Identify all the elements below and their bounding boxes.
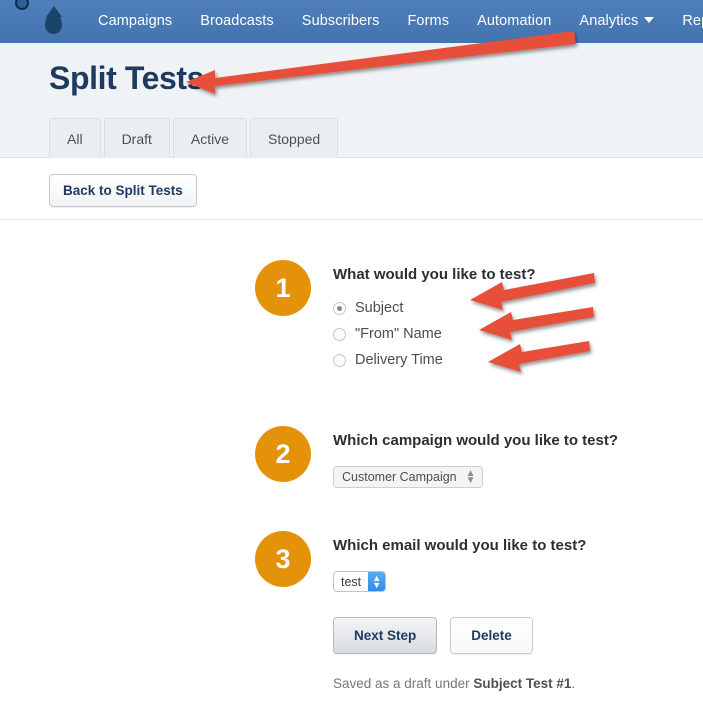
step-number-badge: 2 <box>255 426 311 482</box>
next-step-button[interactable]: Next Step <box>333 617 438 654</box>
form-actions: Next Step Delete Saved as a draft under … <box>333 617 575 691</box>
step-2-question: Which campaign would you like to test? <box>333 432 619 449</box>
tab-active[interactable]: Active <box>172 118 248 158</box>
chevron-down-icon <box>644 17 655 23</box>
up-down-chevron-icon: ▲ ▼ <box>368 572 386 591</box>
app-window: Campaigns Broadcasts Subscribers Forms A… <box>0 0 703 701</box>
campaign-select-value: Customer Campaign <box>342 470 457 484</box>
saved-suffix: . <box>571 676 576 691</box>
saved-prefix: Saved as a draft under <box>333 676 474 691</box>
up-down-chevron-icon: ▲ ▼ <box>465 468 476 486</box>
step-2: 2 Which campaign would you like to test?… <box>255 426 618 488</box>
nav-items: Campaigns Broadcasts Subscribers Forms A… <box>84 0 703 43</box>
nav-item-broadcasts[interactable]: Broadcasts <box>186 0 288 43</box>
top-navigation-bar: Campaigns Broadcasts Subscribers Forms A… <box>0 0 703 43</box>
radio-button-icon[interactable] <box>333 327 346 341</box>
radio-subject[interactable]: Subject <box>333 300 536 316</box>
droplet-icon[interactable] <box>45 9 62 35</box>
step-number-badge: 1 <box>255 260 311 316</box>
status-filter-tabs: All Draft Active Stopped <box>49 118 341 158</box>
tab-label: Active <box>190 130 230 147</box>
nav-item-label: Broadcasts <box>200 13 274 29</box>
saved-draft-note: Saved as a draft under Subject Test #1. <box>333 676 575 691</box>
nav-item-campaigns[interactable]: Campaigns <box>84 0 186 43</box>
radio-button-icon[interactable] <box>333 301 346 315</box>
nav-item-analytics[interactable]: Analytics <box>565 0 668 43</box>
radio-label: Subject <box>355 300 404 316</box>
page-header-band: Split Tests All Draft Active Stopped <box>0 43 703 158</box>
nav-item-label: Automation <box>477 13 552 29</box>
tab-stopped[interactable]: Stopped <box>250 118 339 158</box>
tab-label: Stopped <box>268 130 321 147</box>
step-number-badge: 3 <box>255 531 311 587</box>
nav-item-label: Subscribers <box>301 13 380 29</box>
nav-item-label: Reports <box>682 13 703 29</box>
nav-item-label: Analytics <box>579 13 639 29</box>
nav-item-subscribers[interactable]: Subscribers <box>288 0 394 43</box>
nav-item-label: Campaigns <box>98 13 173 29</box>
radio-delivery-time[interactable]: Delivery Time <box>333 352 536 368</box>
tab-label: All <box>67 130 83 147</box>
tab-label: Draft <box>121 130 152 147</box>
step-3-question: Which email would you like to test? <box>333 537 587 554</box>
back-to-split-tests-button[interactable]: Back to Split Tests <box>49 174 197 207</box>
tab-draft[interactable]: Draft <box>103 118 170 158</box>
step-3: 3 Which email would you like to test? te… <box>255 531 586 592</box>
action-subbar: Back to Split Tests <box>0 158 703 220</box>
radio-from-name[interactable]: "From" Name <box>333 326 536 342</box>
step-1: 1 What would you like to test? Subject "… <box>255 260 536 378</box>
radio-button-icon[interactable] <box>333 353 346 367</box>
email-select-value: test <box>341 574 362 589</box>
nav-item-label: Forms <box>407 13 450 29</box>
email-select[interactable]: test ▲ ▼ <box>333 571 387 592</box>
nav-item-forms[interactable]: Forms <box>393 0 463 43</box>
nav-item-automation[interactable]: Automation <box>463 0 565 43</box>
saved-draft-name: Subject Test #1 <box>473 676 572 691</box>
step-1-question: What would you like to test? <box>333 266 536 283</box>
radio-label: "From" Name <box>355 326 442 342</box>
page-title: Split Tests <box>49 60 205 96</box>
radio-label: Delivery Time <box>355 352 443 368</box>
nav-item-reports[interactable]: Reports <box>668 0 703 43</box>
campaign-select[interactable]: Customer Campaign ▲ ▼ <box>333 466 483 488</box>
tab-all[interactable]: All <box>49 118 101 158</box>
delete-button[interactable]: Delete <box>450 617 533 654</box>
